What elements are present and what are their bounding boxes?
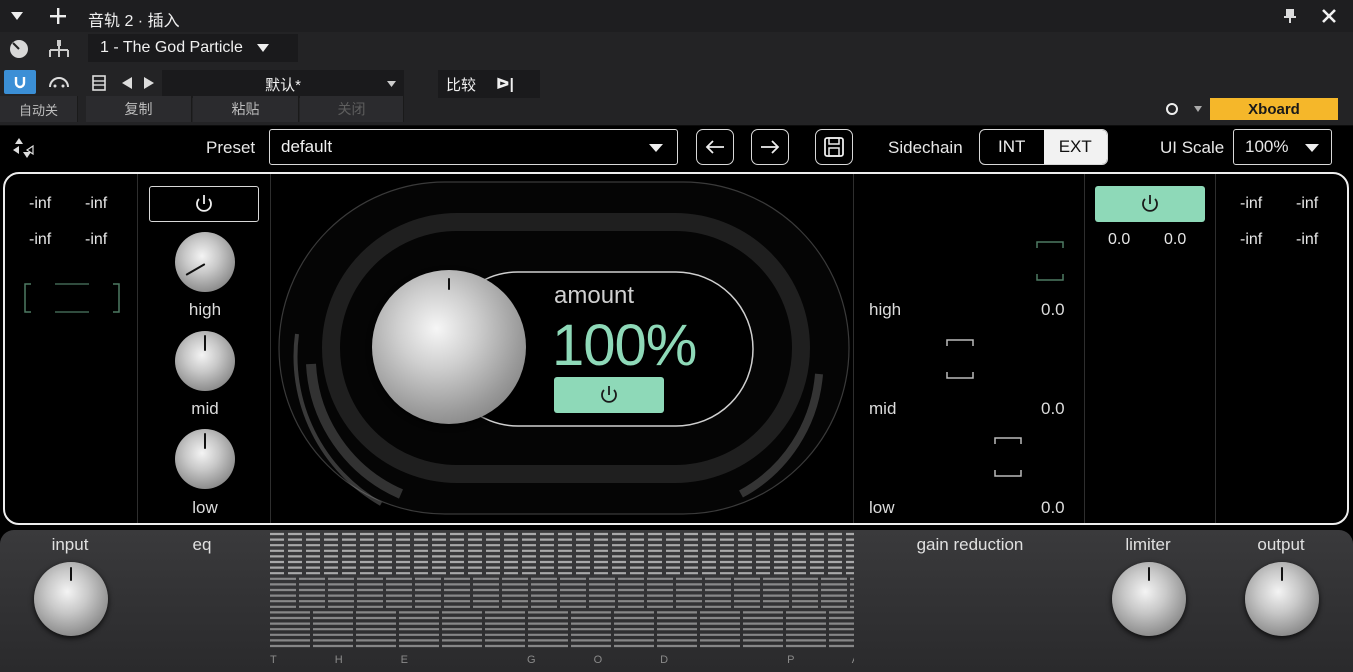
channel-badge[interactable]: Xboard [1210,98,1338,120]
eq-high-label: high [188,300,222,319]
disabled-button: 关闭 [300,96,404,122]
limiter-knob[interactable] [1112,562,1186,636]
amount-knob[interactable] [372,270,526,424]
output-label: output [1257,535,1305,554]
output-meter-r-peak: -inf [1296,195,1319,212]
limiter-left-value: 0.0 [1108,231,1131,248]
arrow-right-icon [761,140,780,154]
next-preset-button[interactable] [751,129,789,165]
sidechain-label: Sidechain [888,138,963,157]
input-meter-r-peak: -inf [85,195,108,212]
amount-value: 100% [552,313,697,378]
preset-dropdown[interactable]: default [269,129,678,165]
amount-power-button[interactable] [554,377,664,413]
track-selector[interactable]: 1 - The God Particle [88,34,298,62]
record-icon[interactable] [1162,99,1182,119]
eq-high-knob[interactable] [175,232,235,292]
preset-value: default [281,137,333,156]
output-meter-r-rms: -inf [1296,231,1319,248]
power-toggle-button[interactable] [4,70,36,94]
limiter-power-button[interactable] [1095,186,1205,222]
eq-low-label: low [192,498,218,517]
host-title-bar: 音轨 2 · 插入 [0,0,1353,32]
limiter-right-value: 0.0 [1164,231,1187,248]
eq-label: eq [192,535,212,554]
compare-button[interactable]: 比较 [446,74,476,95]
list-icon[interactable] [88,72,110,94]
add-icon[interactable] [46,4,70,28]
input-label: input [51,535,89,554]
save-icon [824,137,844,157]
arc-icon[interactable] [44,70,74,94]
pin-icon[interactable] [1280,6,1300,26]
gr-low-value: 0.0 [1041,498,1065,517]
copy-button[interactable]: 复制 [86,96,192,122]
paste-button[interactable]: 粘贴 [193,96,299,122]
gr-mid-value: 0.0 [1041,399,1065,418]
gain-reduction-label: gain reduction [916,535,1024,554]
power-icon [601,386,617,403]
track-name: 1 - The God Particle [100,39,243,56]
eq-low-knob[interactable] [175,429,235,489]
chevron-down-icon [256,44,269,52]
arrow-left-icon [705,140,724,154]
main-panel: -inf -inf -inf -inf high mid low amount … [3,172,1349,525]
ui-scale-label: UI Scale [1160,138,1225,157]
host-preset-name: 默认* [265,76,301,94]
gr-high-label: high [869,300,902,319]
prev-preset-icon[interactable] [118,72,136,94]
footer-logo-text: THE GOD PARTICLE [270,654,854,666]
output-meter-l-rms: -inf [1240,231,1263,248]
knob-icon[interactable] [6,37,32,61]
chevron-down-icon [387,81,396,87]
chevron-down-icon [649,144,663,152]
eq-mid-knob[interactable] [175,331,235,391]
power-icon [196,195,212,212]
gr-high-value: 0.0 [1041,300,1065,319]
input-knob[interactable] [34,562,108,636]
preset-label: Preset [206,138,256,157]
save-preset-button[interactable] [815,129,853,165]
gr-high-bracket [1036,241,1064,281]
eq-mid-label: mid [191,399,219,418]
gr-mid-label: mid [869,399,897,418]
automation-button[interactable]: 自动关 [0,96,78,122]
ab-switch-icon[interactable]: ᐅ| [496,75,514,93]
input-level-bracket [24,283,120,313]
resize-arrows-icon[interactable] [8,134,38,162]
routing-icon[interactable] [44,37,74,61]
eq-power-button[interactable] [149,186,259,222]
window-title: 音轨 2 · 插入 [88,13,180,30]
limiter-label: limiter [1125,535,1171,554]
chevron-down-icon[interactable] [1190,99,1206,119]
gr-low-label: low [869,498,895,517]
sidechain-toggle: INT EXT [979,129,1108,165]
sidechain-ext-button[interactable]: EXT [1043,130,1107,164]
amount-label: amount [554,282,635,309]
next-preset-icon[interactable] [140,72,158,94]
host-preset-selector[interactable]: 默认* [162,70,404,98]
input-meter-l-peak: -inf [29,195,52,212]
sidechain-int-button[interactable]: INT [980,130,1044,164]
output-meter-l-peak: -inf [1240,195,1263,212]
chevron-down-icon [1305,144,1319,152]
dropdown-arrow-icon[interactable] [6,6,28,26]
input-meter-l-rms: -inf [29,231,52,248]
close-icon[interactable] [1318,5,1340,27]
compare-group: 比较 ᐅ| [438,70,540,98]
speaker-grille [270,532,854,648]
prev-preset-button[interactable] [696,129,734,165]
output-knob[interactable] [1245,562,1319,636]
ui-scale-value: 100% [1245,137,1289,156]
gr-mid-bracket [946,339,974,379]
input-meter-r-rms: -inf [85,231,108,248]
ui-scale-dropdown[interactable]: 100% [1233,129,1332,165]
gr-low-bracket [994,437,1022,477]
power-icon [1142,195,1158,212]
